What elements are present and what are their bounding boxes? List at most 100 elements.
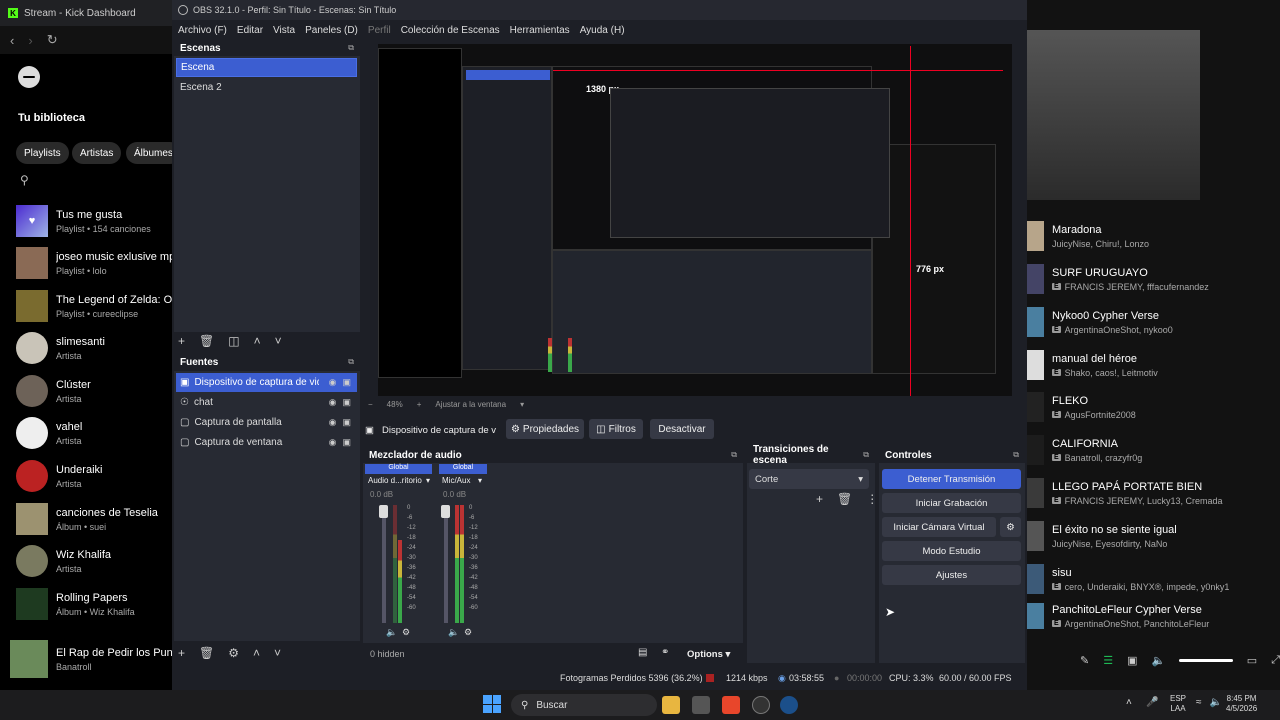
file-explorer-icon[interactable] — [662, 696, 680, 714]
mixer-options-button[interactable]: Options ▾ — [687, 649, 730, 660]
chip-artists[interactable]: Artistas — [72, 142, 122, 164]
back-icon[interactable]: ‹ — [10, 33, 14, 48]
stop-stream-button[interactable]: Detener Transmisión — [882, 469, 1021, 489]
library-item[interactable]: ♥ Tus me gusta Playlist • 154 canciones — [16, 204, 172, 238]
channel-menu-icon[interactable]: ▾ — [426, 476, 430, 485]
library-item[interactable]: Wiz Khalifa Artista — [16, 544, 172, 578]
lyrics-icon[interactable]: ✎ — [1080, 654, 1089, 667]
visibility-icon[interactable]: ◉ — [329, 437, 337, 448]
track-row[interactable]: LLEGO PAPÁ PORTATE BIEN E FRANCIS JEREMY, … — [1026, 475, 1280, 511]
library-item[interactable]: Clúster Artista — [16, 374, 172, 408]
track-row[interactable]: Nykoo0 Cypher Verse E ArgentinaOneShot, ny… — [1026, 304, 1280, 340]
source-settings-icon[interactable]: ⚙ — [228, 646, 239, 660]
virtual-camera-settings-icon[interactable]: ⚙ — [1000, 517, 1021, 537]
move-up-icon[interactable]: ˄ — [253, 646, 260, 660]
start-recording-button[interactable]: Iniciar Grabación — [882, 493, 1021, 513]
library-search-icon[interactable]: ⚲ — [20, 173, 29, 187]
track-row[interactable]: sisu Ecero, Underaiki, BNYX®, impede, y0n… — [1026, 561, 1280, 597]
start-virtual-camera-button[interactable]: Iniciar Cámara Virtual — [882, 517, 996, 537]
library-item[interactable]: Rolling Papers Álbum • Wiz Khalifa — [16, 587, 172, 621]
mixer-layout-icon[interactable]: ▤ — [638, 647, 647, 658]
menu-perfil[interactable]: Perfil — [368, 25, 391, 36]
move-up-icon[interactable]: ˄ — [254, 334, 261, 348]
remove-scene-icon[interactable]: 🗑 — [199, 334, 214, 348]
lock-icon[interactable]: ▣ — [342, 417, 351, 428]
speaker-icon[interactable]: 🔈 — [448, 627, 459, 638]
menu-editar[interactable]: Editar — [237, 25, 263, 36]
zoom-level[interactable]: 48% — [387, 400, 403, 409]
add-transition-icon[interactable]: + — [816, 492, 823, 506]
channel-menu-icon[interactable]: ▾ — [478, 476, 482, 485]
source-item[interactable]: ▢ Captura de pantalla ◉ ▣ — [176, 413, 357, 432]
menu-ayuda[interactable]: Ayuda (H) — [580, 25, 625, 36]
store-icon[interactable] — [692, 696, 710, 714]
queue-icon[interactable]: ☰ — [1103, 654, 1113, 667]
add-source-icon[interactable]: + — [178, 646, 185, 660]
dock-float-icon[interactable]: ⧉ — [731, 450, 737, 460]
menu-paneles[interactable]: Paneles (D) — [305, 25, 358, 36]
track-row[interactable]: PanchitoLeFleur Cypher Verse E ArgentinaOn… — [1026, 603, 1280, 629]
fit-to-window[interactable]: Ajustar a la ventana — [435, 400, 506, 409]
speaker-icon[interactable]: 🔈 — [386, 627, 397, 638]
volume-fader[interactable] — [382, 505, 386, 623]
device-icon[interactable]: ▣ — [1127, 654, 1137, 667]
preview-canvas[interactable]: 1380 px 776 px — [378, 44, 1012, 396]
fullscreen-icon[interactable]: ⤢ — [1271, 654, 1280, 667]
tray-chevron-icon[interactable]: ˄ — [1126, 697, 1132, 708]
lock-icon[interactable]: ▣ — [342, 437, 351, 448]
clock[interactable]: 8:45 PM 4/5/2026 — [1226, 694, 1257, 714]
track-row[interactable]: SURF URUGUAYO E FRANCIS JEREMY, fffacufern… — [1026, 261, 1280, 297]
transition-more-icon[interactable]: ⋮ — [866, 492, 878, 506]
library-item[interactable]: joseo music exlusive mp Playlist • lolo — [16, 246, 172, 280]
forward-icon[interactable]: › — [28, 33, 32, 48]
source-item[interactable]: ☉ chat ◉ ▣ — [176, 393, 357, 412]
miniplayer-icon[interactable]: ▭ — [1247, 654, 1257, 667]
zoom-out-icon[interactable]: − — [368, 400, 373, 409]
steam-icon[interactable] — [780, 696, 798, 714]
filters-button[interactable]: ◫ Filtros — [589, 419, 643, 439]
menu-herramientas[interactable]: Herramientas — [510, 25, 570, 36]
lock-icon[interactable]: ▣ — [342, 377, 351, 388]
track-row[interactable]: CALIFORNIA E Banatroll, crazyfr0g — [1026, 432, 1280, 468]
channel-name[interactable]: Audio d...ritorio — [368, 476, 422, 485]
reload-icon[interactable]: ↻ — [47, 32, 58, 48]
visibility-icon[interactable]: ◉ — [329, 417, 337, 428]
lock-icon[interactable]: ▣ — [342, 397, 351, 408]
start-icon[interactable] — [483, 695, 501, 713]
properties-button[interactable]: ⚙ Propiedades — [506, 419, 584, 439]
spotify-logo-icon[interactable] — [18, 66, 40, 88]
language-indicator[interactable]: ESP LAA — [1170, 694, 1186, 714]
studio-mode-button[interactable]: Modo Estudio — [882, 541, 1021, 561]
track-row[interactable]: FLEKO E AgusFortnite2008 — [1026, 389, 1280, 425]
track-row[interactable]: manual del héroe E Shako, caos!, Leitmotiv — [1026, 347, 1280, 383]
add-scene-icon[interactable]: + — [178, 334, 185, 348]
remove-source-icon[interactable]: 🗑 — [199, 646, 214, 660]
scene-filters-icon[interactable]: ◫ — [228, 334, 239, 348]
visibility-icon[interactable]: ◉ — [329, 377, 337, 388]
library-item[interactable]: slimesanti Artista — [16, 331, 172, 365]
obs-taskbar-icon[interactable] — [752, 696, 770, 714]
transition-select[interactable]: Corte ▾ — [749, 469, 869, 489]
chip-playlists[interactable]: Playlists — [16, 142, 69, 164]
browser-tab[interactable]: K Stream - Kick Dashboard — [0, 0, 172, 26]
track-row[interactable]: Maradona JuicyNise, Chiru!, Lonzo — [1026, 218, 1280, 254]
source-item[interactable]: ▣Dispositivo de captura de video ◉▣ — [176, 373, 357, 392]
source-item[interactable]: ▢ Captura de ventana ◉ ▣ — [176, 433, 357, 452]
deactivate-button[interactable]: Desactivar — [650, 419, 714, 439]
remove-transition-icon[interactable]: 🗑 — [837, 492, 852, 506]
volume-icon[interactable]: 🔈 — [1152, 654, 1166, 667]
menu-vista[interactable]: Vista — [273, 25, 295, 36]
menu-archivo[interactable]: Archivo (F) — [178, 25, 227, 36]
microphone-icon[interactable]: 🎤 — [1146, 697, 1158, 708]
chevron-down-icon[interactable]: ▾ — [520, 400, 524, 409]
mixer-link-icon[interactable]: ⚭ — [661, 647, 669, 658]
dock-float-icon[interactable]: ⧉ — [863, 450, 869, 460]
dock-float-icon[interactable]: ⧉ — [348, 43, 354, 53]
channel-settings-icon[interactable]: ⚙ — [464, 627, 472, 638]
taskbar-search[interactable]: ⚲ Buscar — [511, 694, 657, 716]
brave-icon[interactable] — [722, 696, 740, 714]
channel-name[interactable]: Mic/Aux — [442, 476, 470, 485]
library-item[interactable]: Underaiki Artista — [16, 459, 172, 493]
dock-float-icon[interactable]: ⧉ — [348, 357, 354, 367]
move-down-icon[interactable]: ˅ — [274, 646, 281, 660]
